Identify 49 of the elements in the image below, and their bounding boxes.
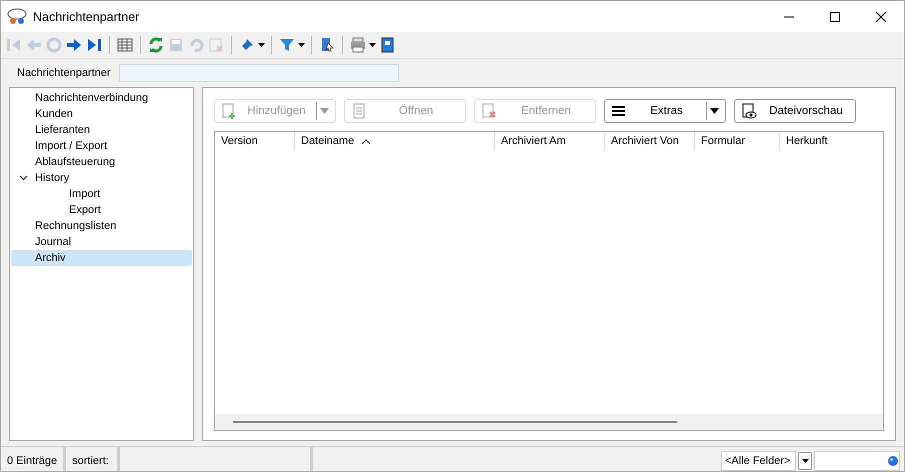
- tree-item[interactable]: Lieferanten: [11, 122, 192, 138]
- menu-icon: [611, 103, 627, 119]
- refresh-icon[interactable]: [147, 36, 165, 54]
- action-button[interactable]: Dateivorschau: [734, 99, 856, 123]
- chevron-down-icon[interactable]: [18, 175, 28, 181]
- tree-item[interactable]: Rechnungslisten: [11, 218, 192, 234]
- globe-icon[interactable]: [887, 455, 899, 467]
- field-dropdown[interactable]: <Alle Felder>: [721, 451, 796, 471]
- field-label: Nachrichtenpartner: [17, 67, 111, 79]
- tree-item[interactable]: Ablaufsteuerung: [11, 154, 192, 170]
- tree-item[interactable]: History: [11, 170, 192, 186]
- tree-item[interactable]: Journal: [11, 234, 192, 250]
- window-title: Nachrichtenpartner: [33, 10, 140, 24]
- add-document-icon: [221, 103, 237, 119]
- column-header[interactable]: Herkunft: [780, 132, 883, 150]
- maximize-icon[interactable]: [830, 12, 840, 22]
- sort-status: sortiert:: [66, 447, 120, 471]
- tree-item[interactable]: Import / Export: [11, 138, 192, 154]
- column-header[interactable]: Archiviert Von: [605, 132, 695, 150]
- sort-ascending-icon: [362, 138, 370, 144]
- record-count: 0 Einträge: [1, 447, 66, 471]
- last-icon[interactable]: [85, 36, 103, 54]
- column-header[interactable]: Version: [215, 132, 295, 150]
- document-icon: [351, 103, 367, 119]
- column-header[interactable]: Formular: [695, 132, 780, 150]
- horizontal-scrollbar[interactable]: [215, 414, 883, 430]
- tree-item[interactable]: Kunden: [11, 106, 192, 122]
- column-header[interactable]: Archiviert Am: [495, 132, 605, 150]
- close-icon[interactable]: [876, 12, 886, 22]
- dropdown-arrow-icon[interactable]: [710, 108, 719, 114]
- column-header[interactable]: Dateiname: [295, 132, 495, 150]
- input-field[interactable]: [118, 64, 399, 82]
- dropdown-arrow-icon[interactable]: [369, 43, 376, 47]
- action-button[interactable]: Extras: [604, 99, 726, 123]
- tree-item[interactable]: Nachrichtenverbindung: [11, 90, 192, 106]
- preview-icon: [741, 103, 757, 119]
- printer-icon[interactable]: [349, 36, 367, 54]
- tree-item[interactable]: Export: [11, 202, 192, 218]
- table-icon[interactable]: [116, 36, 134, 54]
- search-field[interactable]: [814, 451, 900, 471]
- forward-icon[interactable]: [65, 36, 83, 54]
- dropdown-button[interactable]: [798, 452, 812, 470]
- dropdown-arrow-icon[interactable]: [298, 43, 305, 47]
- tree-item[interactable]: Archiv: [11, 250, 192, 266]
- delete-document-icon: [481, 103, 497, 119]
- tree-item[interactable]: Import: [11, 186, 192, 202]
- app-icon: [7, 8, 27, 26]
- dropdown-arrow-icon[interactable]: [258, 43, 265, 47]
- caret-icon: [802, 459, 808, 463]
